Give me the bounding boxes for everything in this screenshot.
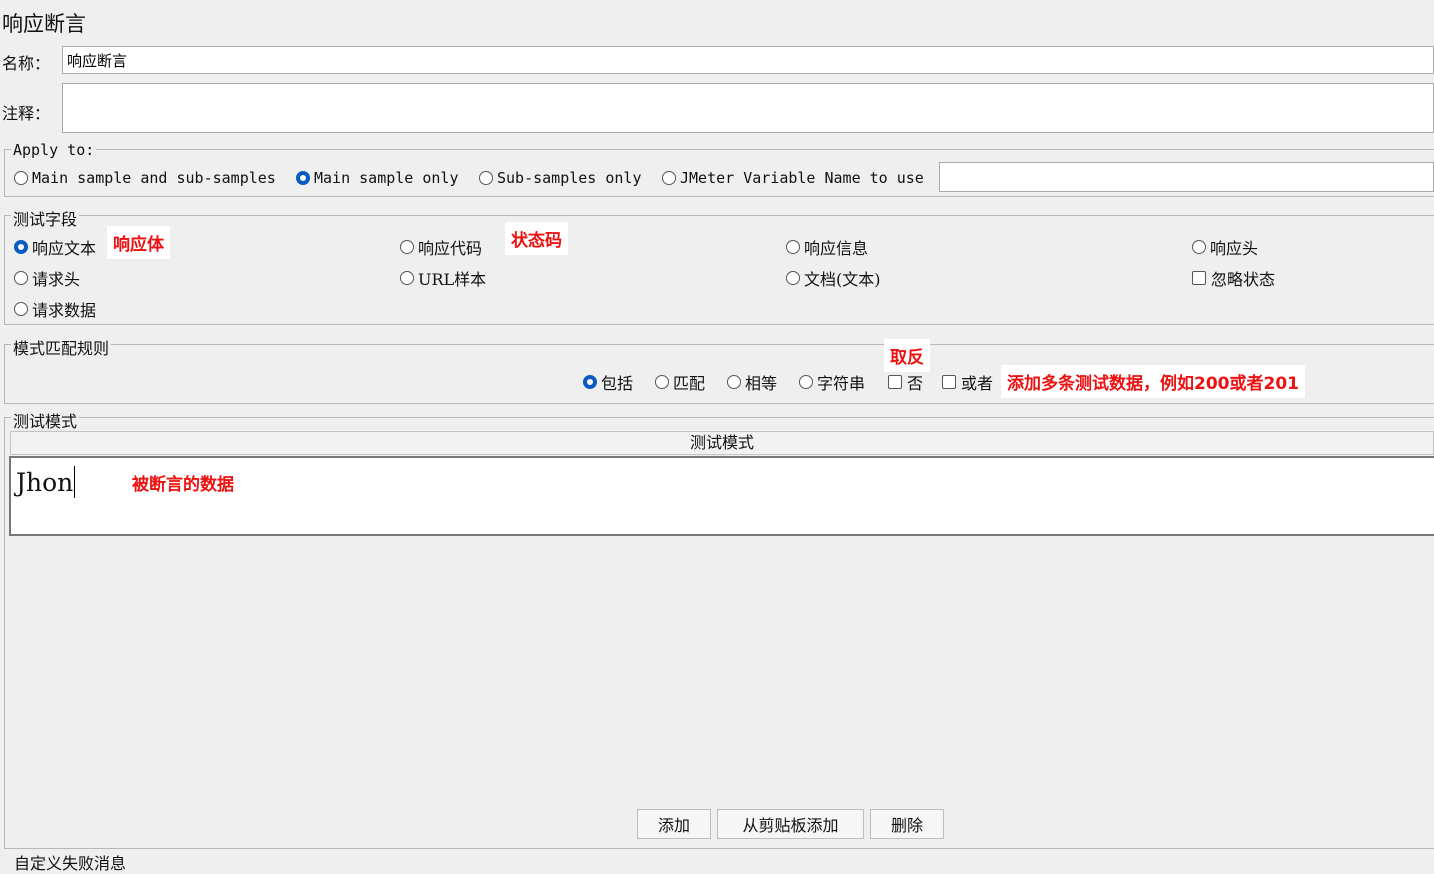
field-document-text-option[interactable]: 文档(文本) xyxy=(786,266,881,290)
radio-icon[interactable] xyxy=(786,271,800,285)
add-from-clipboard-button[interactable]: 从剪贴板添加 xyxy=(717,809,864,839)
comment-label: 注释： xyxy=(2,104,51,123)
apply-sub-only-option[interactable]: Sub-samples only xyxy=(479,169,642,187)
test-field-legend: 测试字段 xyxy=(11,206,80,230)
apply-jmeter-var-option[interactable]: JMeter Variable Name to use xyxy=(662,169,924,187)
radio-icon[interactable] xyxy=(479,171,493,185)
radio-icon[interactable] xyxy=(14,271,28,285)
ignore-status-checkbox[interactable]: 忽略状态 xyxy=(1192,266,1275,290)
apply-main-and-sub-label: Main sample and sub-samples xyxy=(32,169,276,187)
pattern-rules-legend: 模式匹配规则 xyxy=(11,335,112,359)
field-response-text-option[interactable]: 响应文本 xyxy=(14,235,96,259)
apply-main-only-option[interactable]: Main sample only xyxy=(296,169,459,187)
test-patterns-legend: 测试模式 xyxy=(11,408,80,432)
annotation-multi-data: 添加多条测试数据，例如200或者201 xyxy=(1001,365,1305,398)
radio-icon[interactable] xyxy=(14,302,28,316)
field-request-headers-label: 请求头 xyxy=(32,270,81,289)
annotation-response-body: 响应体 xyxy=(107,226,170,259)
checkbox-icon[interactable] xyxy=(942,375,956,389)
radio-icon[interactable] xyxy=(400,240,414,254)
radio-selected-icon[interactable] xyxy=(296,171,310,185)
apply-main-and-sub-option[interactable]: Main sample and sub-samples xyxy=(14,169,276,187)
radio-selected-icon[interactable] xyxy=(583,375,597,389)
field-request-data-label: 请求数据 xyxy=(32,301,97,320)
radio-icon[interactable] xyxy=(400,271,414,285)
field-response-headers-label: 响应头 xyxy=(1210,239,1259,258)
rule-equals-label: 相等 xyxy=(745,374,778,393)
apply-jmeter-var-label: JMeter Variable Name to use xyxy=(680,169,924,187)
add-button[interactable]: 添加 xyxy=(637,809,711,839)
radio-icon[interactable] xyxy=(662,171,676,185)
field-response-code-label: 响应代码 xyxy=(418,239,483,258)
radio-icon[interactable] xyxy=(799,375,813,389)
rule-not-checkbox[interactable]: 否 xyxy=(888,370,923,394)
field-url-sample-option[interactable]: URL样本 xyxy=(400,266,486,290)
field-url-sample-label: URL样本 xyxy=(418,270,487,289)
rule-contains-option[interactable]: 包括 xyxy=(583,370,633,394)
field-document-text-label: 文档(文本) xyxy=(804,270,881,289)
rule-equals-option[interactable]: 相等 xyxy=(727,370,777,394)
jmeter-variable-input[interactable] xyxy=(940,163,1433,191)
jmeter-variable-field[interactable] xyxy=(939,162,1434,192)
field-response-headers-option[interactable]: 响应头 xyxy=(1192,235,1258,259)
patterns-table-body[interactable]: Jhon xyxy=(9,456,1434,536)
field-response-text-label: 响应文本 xyxy=(32,239,97,258)
rule-substring-option[interactable]: 字符串 xyxy=(799,370,865,394)
checkbox-icon[interactable] xyxy=(1192,271,1206,285)
apply-sub-only-label: Sub-samples only xyxy=(497,169,642,187)
rule-not-label: 否 xyxy=(907,374,924,393)
pattern-cell[interactable]: Jhon xyxy=(16,468,73,497)
radio-icon[interactable] xyxy=(786,240,800,254)
comment-input[interactable] xyxy=(63,84,1433,132)
radio-selected-icon[interactable] xyxy=(14,240,28,254)
rule-contains-label: 包括 xyxy=(601,374,634,393)
field-response-message-option[interactable]: 响应信息 xyxy=(786,235,868,259)
comment-field[interactable] xyxy=(62,83,1434,133)
rule-substring-label: 字符串 xyxy=(817,374,866,393)
field-request-data-option[interactable]: 请求数据 xyxy=(14,297,96,321)
patterns-column-header: 测试模式 xyxy=(689,433,754,452)
custom-failure-message-legend: 自定义失败消息 xyxy=(14,854,127,873)
field-response-message-label: 响应信息 xyxy=(804,239,869,258)
field-response-code-option[interactable]: 响应代码 xyxy=(400,235,482,259)
rule-or-label: 或者 xyxy=(961,374,994,393)
rule-matches-option[interactable]: 匹配 xyxy=(655,370,705,394)
radio-icon[interactable] xyxy=(727,375,741,389)
checkbox-icon[interactable] xyxy=(888,375,902,389)
annotation-status-code: 状态码 xyxy=(505,222,568,255)
name-label: 名称： xyxy=(2,54,51,73)
radio-icon[interactable] xyxy=(14,171,28,185)
field-request-headers-option[interactable]: 请求头 xyxy=(14,266,80,290)
delete-button[interactable]: 删除 xyxy=(870,809,944,839)
rule-matches-label: 匹配 xyxy=(673,374,706,393)
ignore-status-label: 忽略状态 xyxy=(1211,270,1276,289)
apply-to-legend: Apply to: xyxy=(11,141,97,159)
apply-main-only-label: Main sample only xyxy=(314,169,459,187)
rule-or-checkbox[interactable]: 或者 xyxy=(942,370,993,394)
page-title: 响应断言 xyxy=(2,12,86,36)
annotation-asserted-data: 被断言的数据 xyxy=(132,475,234,495)
annotation-negate: 取反 xyxy=(884,339,930,372)
patterns-table-header[interactable]: 测试模式 xyxy=(10,431,1434,455)
table-row[interactable]: Jhon xyxy=(16,466,76,498)
radio-icon[interactable] xyxy=(655,375,669,389)
radio-icon[interactable] xyxy=(1192,240,1206,254)
text-cursor xyxy=(74,466,76,498)
name-input[interactable] xyxy=(63,47,1433,73)
name-field[interactable] xyxy=(62,46,1434,74)
